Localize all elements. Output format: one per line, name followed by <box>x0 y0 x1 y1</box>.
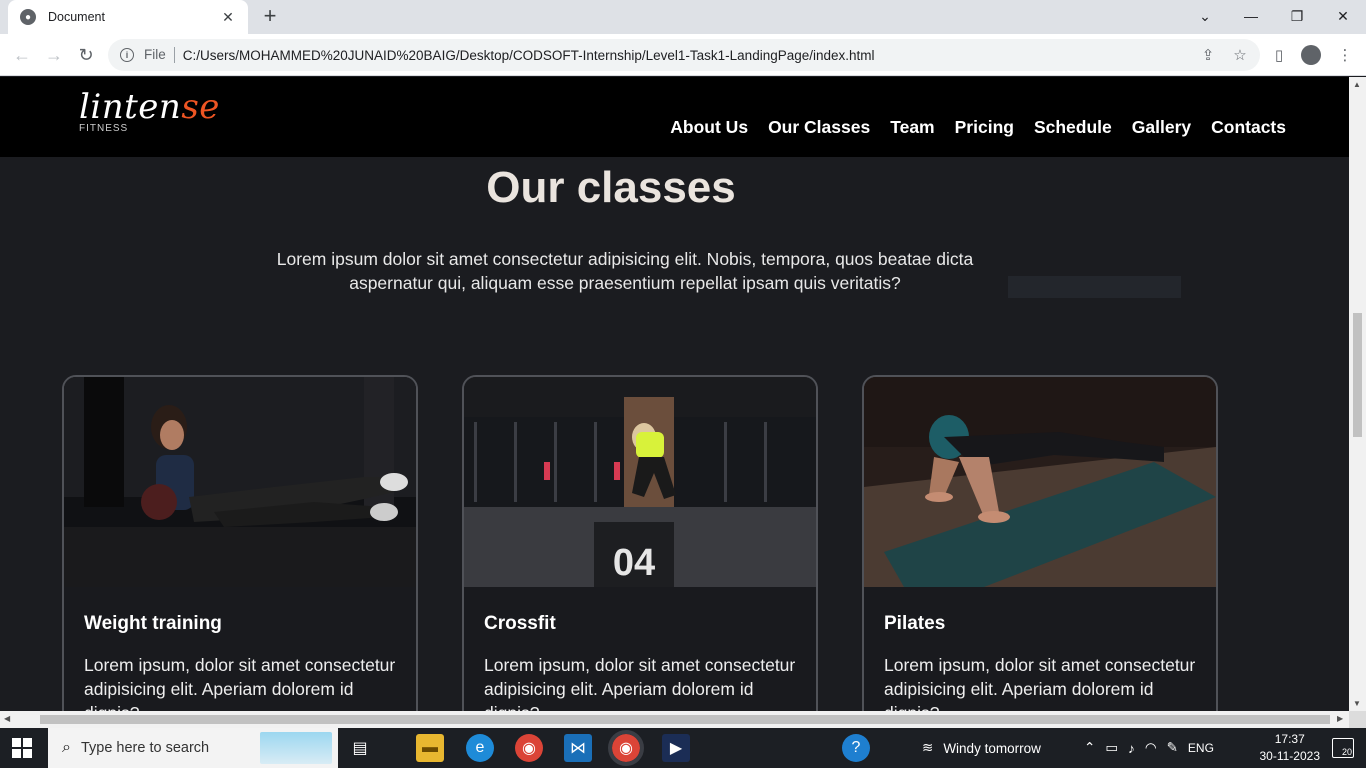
volume-icon[interactable]: ♪ <box>1128 741 1135 756</box>
address-bar[interactable]: i File C:/Users/MOHAMMED%20JUNAID%20BAIG… <box>108 39 1260 71</box>
kebab-menu-icon[interactable]: ⋮ <box>1334 44 1356 66</box>
chrome-icon[interactable]: ◉ <box>515 734 543 762</box>
nav-team[interactable]: Team <box>890 117 934 138</box>
edge-icon[interactable]: e <box>466 734 494 762</box>
tab-strip: ● Document ✕ + ⌄ — ❐ ✕ <box>0 0 1366 34</box>
vscode-icon[interactable]: ⋈ <box>564 734 592 762</box>
vertical-scrollbar[interactable]: ▲ ▼ <box>1349 77 1366 711</box>
search-highlight-icon <box>260 732 332 764</box>
faded-overlay <box>1008 276 1181 298</box>
windows-start-icon[interactable] <box>12 738 32 758</box>
horizontal-scrollbar[interactable]: ◀ ▶ <box>0 711 1349 728</box>
system-tray: ⌃ ▭ ♪ ◠ ✎ ENG <box>1084 728 1214 768</box>
wind-icon: ≋ <box>922 740 934 755</box>
logo-accent: se <box>181 87 220 127</box>
nav-pricing[interactable]: Pricing <box>955 117 1014 138</box>
wifi-icon[interactable]: ◠ <box>1145 740 1157 756</box>
weather-widget[interactable]: ≋ Windy tomorrow <box>922 728 1041 768</box>
search-placeholder: Type here to search <box>80 740 210 756</box>
card-title: Weight training <box>84 613 222 634</box>
section-description: Lorem ipsum dolor sit amet consectetur a… <box>276 249 974 293</box>
nav-gallery[interactable]: Gallery <box>1132 117 1191 138</box>
scroll-up-icon[interactable]: ▲ <box>1353 80 1361 89</box>
card-text: Lorem ipsum, dolor sit amet consectetur … <box>484 655 796 711</box>
card-title: Crossfit <box>484 613 556 634</box>
info-icon[interactable]: i <box>120 48 134 62</box>
scroll-right-icon[interactable]: ▶ <box>1337 714 1343 723</box>
chevron-up-icon[interactable]: ⌃ <box>1084 740 1095 756</box>
help-icon[interactable]: ? <box>842 734 870 762</box>
clock-date: 30-11-2023 <box>1259 749 1321 763</box>
scrollbar-corner <box>1349 711 1366 728</box>
profile-avatar-icon[interactable] <box>1300 44 1322 66</box>
nav-schedule[interactable]: Schedule <box>1034 117 1112 138</box>
back-button[interactable]: ← <box>10 43 34 67</box>
logo-main: linten <box>79 87 182 127</box>
new-tab-button[interactable]: + <box>258 5 282 29</box>
minimize-button[interactable]: — <box>1228 0 1274 32</box>
search-icon: ⌕ <box>62 739 71 756</box>
notification-center-icon[interactable]: 20 <box>1332 738 1354 758</box>
browser-toolbar: ← → ↻ i File C:/Users/MOHAMMED%20JUNAID%… <box>0 34 1366 76</box>
card-text: Lorem ipsum, dolor sit amet consectetur … <box>884 655 1196 711</box>
globe-icon: ● <box>20 9 36 25</box>
file-label: File <box>144 47 175 63</box>
taskbar-clock[interactable]: 17:37 30-11-2023 <box>1260 731 1321 765</box>
battery-icon[interactable]: ▭ <box>1105 740 1118 756</box>
crossfit-image: 04 <box>464 377 816 587</box>
bookmark-star-icon[interactable]: ☆ <box>1229 44 1251 66</box>
language-indicator[interactable]: ENG <box>1188 741 1214 755</box>
site-header: lintense FITNESS About Us Our Classes Te… <box>0 77 1349 157</box>
class-card-pilates[interactable]: Pilates Lorem ipsum, dolor sit amet cons… <box>862 375 1218 711</box>
class-card-weight-training[interactable]: Weight training Lorem ipsum, dolor sit a… <box>62 375 418 711</box>
task-view-icon[interactable]: ▤ <box>346 734 374 762</box>
weather-text: Windy tomorrow <box>943 740 1041 756</box>
pen-icon[interactable]: ✎ <box>1167 740 1178 756</box>
scrollbar-thumb[interactable] <box>40 715 1330 724</box>
scroll-left-icon[interactable]: ◀ <box>4 714 10 723</box>
weight-training-image <box>64 377 416 587</box>
side-panel-icon[interactable]: ▯ <box>1268 44 1290 66</box>
windows-taskbar: ⌕ Type here to search ▤ ▬ e ◉ ⋈ ◉ ▶ ? ≋ … <box>0 728 1366 768</box>
site-logo[interactable]: lintense FITNESS <box>79 87 220 134</box>
taskbar-search-box[interactable]: ⌕ Type here to search <box>48 728 338 768</box>
restore-button[interactable]: ❐ <box>1274 0 1320 32</box>
tab-search-icon[interactable]: ⌄ <box>1182 0 1228 32</box>
share-icon[interactable]: ⇪ <box>1197 44 1219 66</box>
media-player-icon[interactable]: ▶ <box>662 734 690 762</box>
notification-count: 20 <box>1341 747 1352 757</box>
box-number: 04 <box>613 542 655 584</box>
reload-button[interactable]: ↻ <box>74 43 98 67</box>
class-card-crossfit[interactable]: 04 Crossfit Lorem ipsum, dolor sit amet … <box>462 375 818 711</box>
browser-tab[interactable]: ● Document ✕ <box>8 0 248 34</box>
url-text[interactable]: C:/Users/MOHAMMED%20JUNAID%20BAIG/Deskto… <box>183 48 875 63</box>
forward-button[interactable]: → <box>42 43 66 67</box>
close-window-button[interactable]: ✕ <box>1320 0 1366 32</box>
card-text: Lorem ipsum, dolor sit amet consectetur … <box>84 655 396 711</box>
section-title: Our classes <box>486 163 736 212</box>
tab-title: Document <box>48 10 105 24</box>
main-nav: About Us Our Classes Team Pricing Schedu… <box>670 117 1286 138</box>
card-title: Pilates <box>884 613 946 634</box>
page-viewport: lintense FITNESS About Us Our Classes Te… <box>0 77 1349 711</box>
clock-time: 17:37 <box>1274 732 1305 746</box>
nav-our-classes[interactable]: Our Classes <box>768 117 870 138</box>
nav-contacts[interactable]: Contacts <box>1211 117 1286 138</box>
scroll-down-icon[interactable]: ▼ <box>1353 699 1361 708</box>
pilates-image <box>864 377 1216 587</box>
close-tab-icon[interactable]: ✕ <box>220 9 236 26</box>
nav-about-us[interactable]: About Us <box>670 117 748 138</box>
scrollbar-thumb[interactable] <box>1353 313 1362 437</box>
file-explorer-icon[interactable]: ▬ <box>416 734 444 762</box>
chrome-active-icon[interactable]: ◉ <box>608 730 644 766</box>
